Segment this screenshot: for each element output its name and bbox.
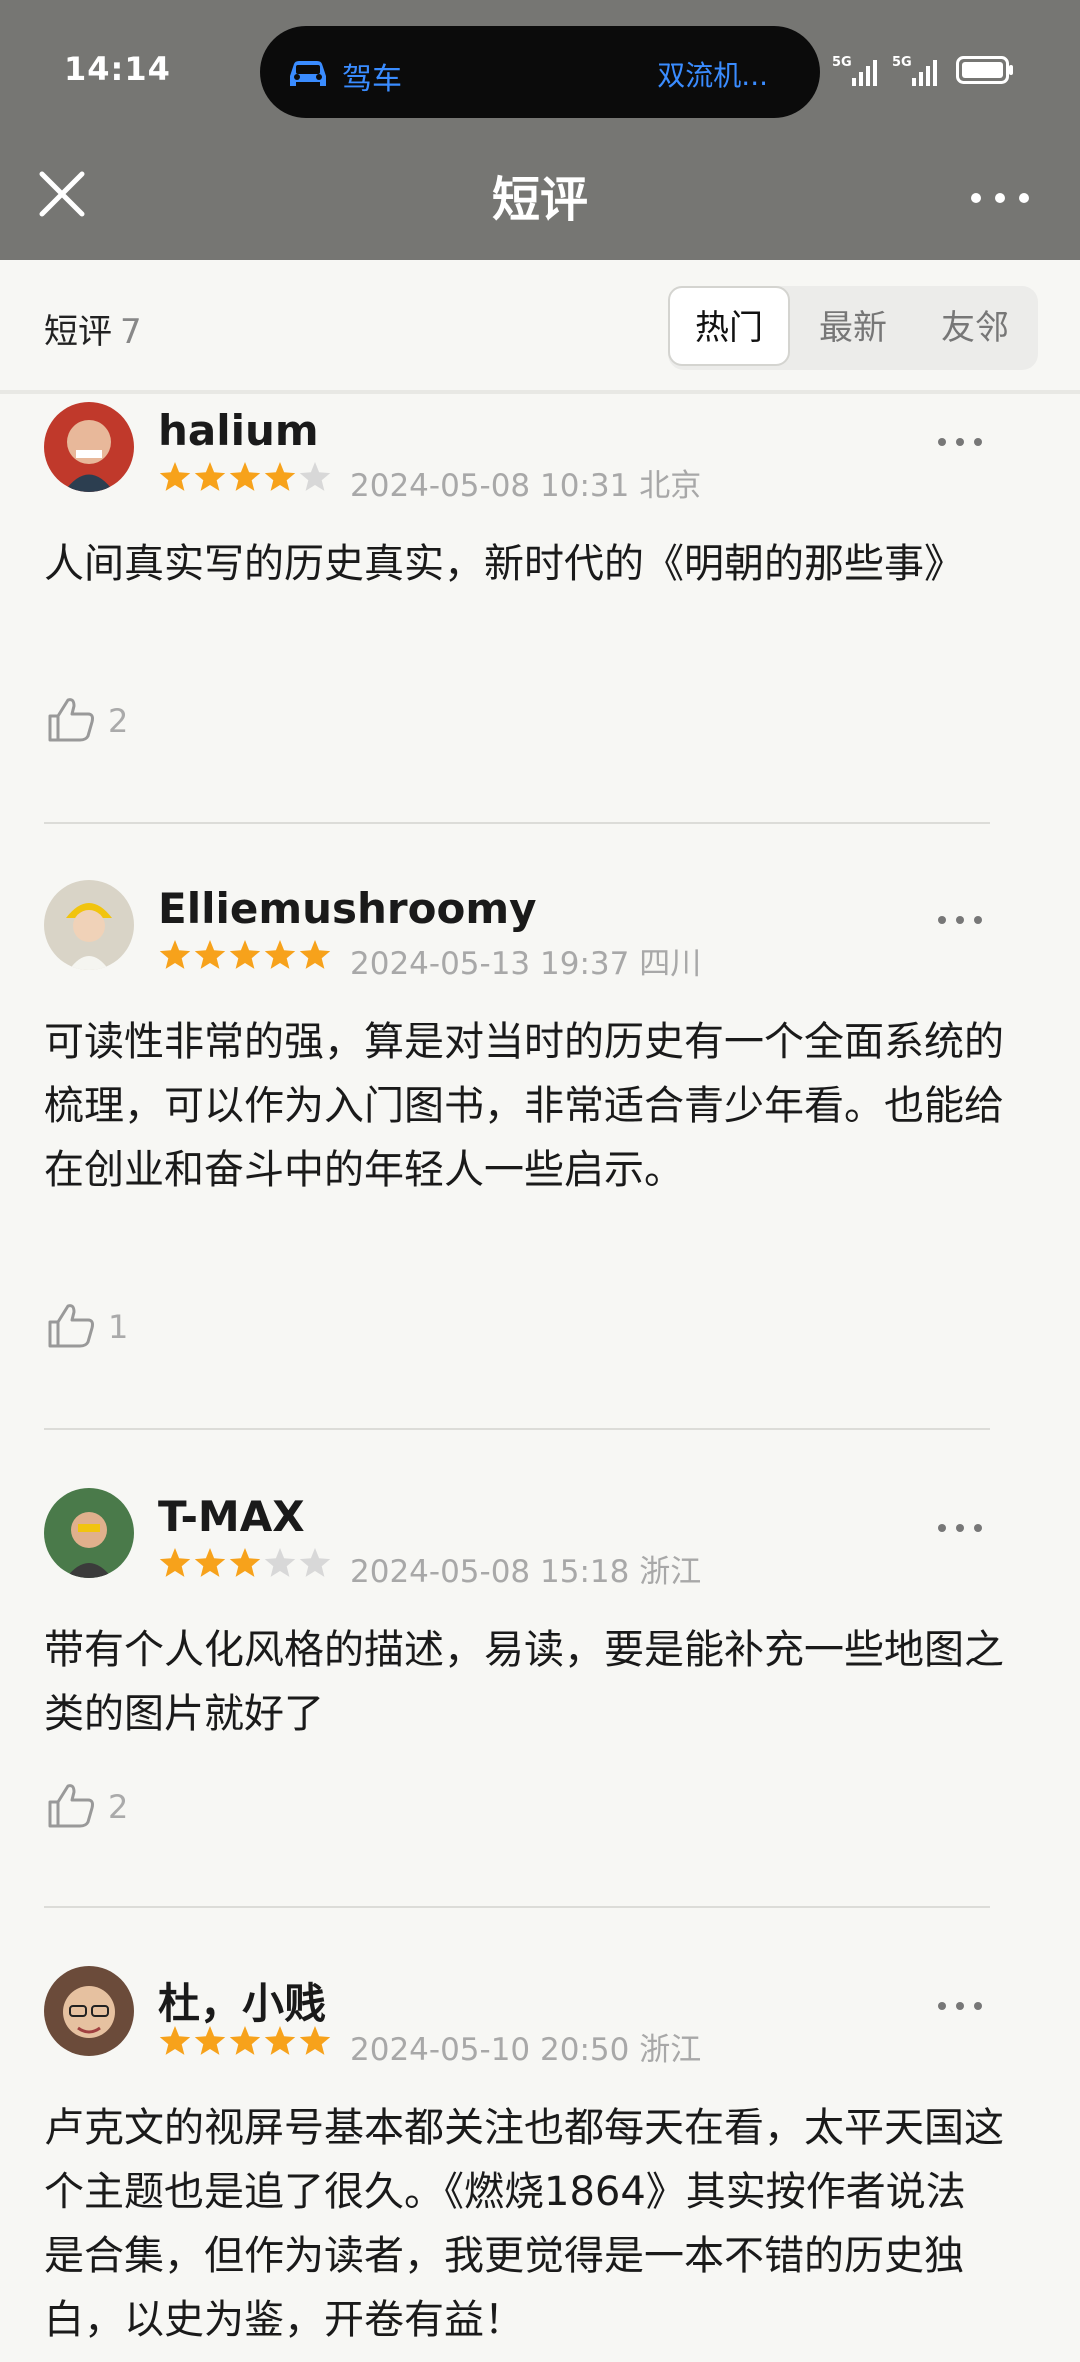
review-meta: 2024-05-13 19:37 四川 xyxy=(350,938,701,983)
review-count-number: 7 xyxy=(120,312,142,352)
review-count: 短评 7 xyxy=(44,304,142,353)
star-filled-icon xyxy=(229,462,261,491)
star-filled-icon xyxy=(159,940,191,969)
like-count: 2 xyxy=(108,702,129,740)
like-button[interactable]: 2 xyxy=(44,692,174,752)
sort-tab-bar: 短评 7 热门 最新 友邻 xyxy=(0,260,1080,394)
like-button[interactable]: 2 xyxy=(44,1778,174,1838)
more-options-icon[interactable] xyxy=(960,168,1040,228)
nav-destination: 双流机... xyxy=(657,59,768,92)
username[interactable]: Elliemushroomy xyxy=(158,884,537,933)
star-empty-icon xyxy=(299,1548,331,1577)
status-bar: 14:14 驾车 双流机... 5G 5G xyxy=(0,0,1080,140)
like-count: 2 xyxy=(108,1788,129,1826)
more-options-icon[interactable] xyxy=(930,422,990,462)
star-filled-icon xyxy=(229,1548,261,1577)
star-filled-icon xyxy=(194,462,226,491)
svg-text:5G: 5G xyxy=(892,55,912,70)
star-rating xyxy=(159,1548,331,1577)
username[interactable]: 杜，小贱 xyxy=(158,1970,326,2031)
star-filled-icon xyxy=(264,940,296,969)
star-rating xyxy=(159,462,331,491)
star-rating xyxy=(159,2026,331,2055)
like-button[interactable]: 1 xyxy=(44,1298,174,1358)
nav-mode-label: 驾车 xyxy=(342,62,402,97)
tab-friends[interactable]: 友邻 xyxy=(914,286,1036,370)
divider xyxy=(44,1906,990,1908)
review-location: 四川 xyxy=(639,946,702,982)
avatar[interactable] xyxy=(44,880,134,970)
car-icon xyxy=(290,61,326,86)
review-meta: 2024-05-10 20:50 浙江 xyxy=(350,2024,701,2069)
tab-latest[interactable]: 最新 xyxy=(792,286,914,370)
thumbs-up-icon xyxy=(48,698,94,742)
thumbs-up-icon xyxy=(48,1784,94,1828)
avatar[interactable] xyxy=(44,402,134,492)
star-filled-icon xyxy=(159,462,191,491)
avatar[interactable] xyxy=(44,1488,134,1578)
review-meta: 2024-05-08 15:18 浙江 xyxy=(350,1546,701,1591)
like-count: 1 xyxy=(108,1308,129,1346)
star-rating xyxy=(159,940,331,969)
battery-icon xyxy=(956,56,1013,84)
star-filled-icon xyxy=(194,2026,226,2055)
star-filled-icon xyxy=(229,2026,261,2055)
divider xyxy=(44,1428,990,1430)
star-filled-icon xyxy=(159,2026,191,2055)
star-filled-icon xyxy=(194,1548,226,1577)
review-date: 2024-05-10 20:50 xyxy=(350,2032,630,2068)
dynamic-island-navigation[interactable]: 驾车 双流机... xyxy=(260,26,820,118)
avatar[interactable] xyxy=(44,1966,134,2056)
sort-segmented-control: 热门 最新 友邻 xyxy=(668,286,1038,370)
star-empty-icon xyxy=(299,462,331,491)
more-options-icon[interactable] xyxy=(930,1508,990,1548)
username[interactable]: halium xyxy=(158,406,319,455)
review-text: 带有个人化风格的描述，易读，要是能补充一些地图之类的图片就好了 xyxy=(44,1627,1004,1737)
star-filled-icon xyxy=(264,2026,296,2055)
more-options-icon[interactable] xyxy=(930,900,990,940)
review-text: 可读性非常的强，算是对当时的历史有一个全面系统的梳理，可以作为入门图书，非常适合… xyxy=(44,1019,1004,1193)
star-filled-icon xyxy=(299,2026,331,2055)
review-meta: 2024-05-08 10:31 北京 xyxy=(350,460,701,505)
more-options-icon[interactable] xyxy=(930,1986,990,2026)
star-filled-icon xyxy=(194,940,226,969)
cellular-signal-icon: 5G 5G xyxy=(832,55,937,86)
username[interactable]: T-MAX xyxy=(158,1492,305,1541)
star-filled-icon xyxy=(299,940,331,969)
review-date: 2024-05-08 10:31 xyxy=(350,468,630,504)
review-text: 卢克文的视屏号基本都关注也都每天在看，太平天国这个主题也是追了很久。《燃烧186… xyxy=(44,2105,1004,2343)
star-filled-icon xyxy=(229,940,261,969)
svg-text:5G: 5G xyxy=(832,55,852,70)
star-filled-icon xyxy=(159,1548,191,1577)
thumbs-up-icon xyxy=(48,1304,94,1348)
clock: 14:14 xyxy=(64,50,171,88)
review-date: 2024-05-13 19:37 xyxy=(350,946,630,982)
tab-hot[interactable]: 热门 xyxy=(668,286,790,366)
star-empty-icon xyxy=(264,1548,296,1577)
review-date: 2024-05-08 15:18 xyxy=(350,1554,630,1590)
review-location: 浙江 xyxy=(639,1554,702,1590)
review-location: 浙江 xyxy=(639,2032,702,2068)
divider xyxy=(44,822,990,824)
star-filled-icon xyxy=(264,462,296,491)
page-title: 短评 xyxy=(491,172,588,228)
top-header: 短评 xyxy=(0,140,1080,260)
review-location: 北京 xyxy=(639,468,702,504)
review-count-label: 短评 xyxy=(44,312,112,352)
review-text: 人间真实写的历史真实，新时代的《明朝的那些事》 xyxy=(44,541,964,587)
